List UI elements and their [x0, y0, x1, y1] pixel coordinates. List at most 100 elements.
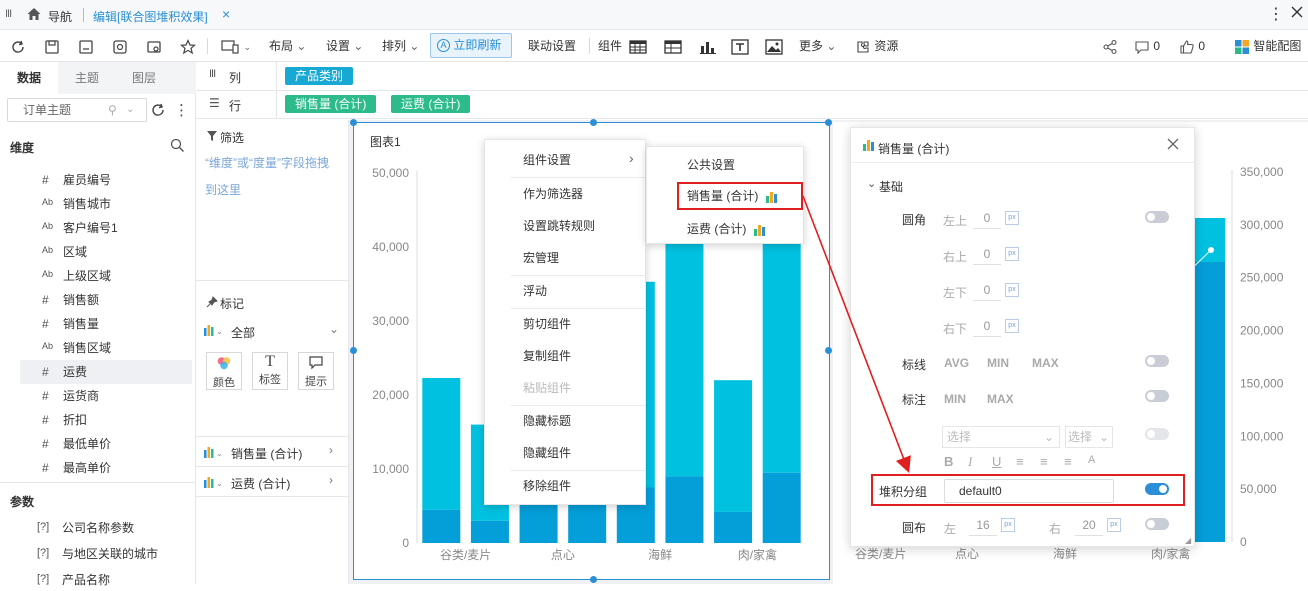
bold-button[interactable]: B [944, 454, 953, 469]
search-icon[interactable]: ⚲ [108, 99, 117, 121]
tab-layers[interactable]: 图层 [116, 62, 172, 94]
marker-avg[interactable]: AVG [944, 356, 969, 370]
editor-tab[interactable]: 编辑[联合图堆积效果] [93, 8, 208, 25]
submenu-sales[interactable]: 销售量 (合计) [647, 181, 803, 211]
share-icon[interactable] [1102, 30, 1118, 62]
resize-handle[interactable] [825, 347, 832, 354]
home-icon[interactable] [26, 6, 42, 22]
font-color-icon[interactable]: A [1088, 454, 1095, 466]
subject-select[interactable]: 订单主题 ⚲ ⌄ [7, 98, 147, 122]
field-item[interactable]: 上级区域 [63, 265, 111, 287]
resize-handle[interactable] [350, 347, 357, 354]
layout-right-input[interactable]: 20 [1075, 514, 1103, 536]
bar-segment[interactable] [714, 511, 753, 543]
param-item[interactable]: 产品名称 [62, 569, 110, 591]
chevron-down-icon[interactable]: ⌄ [329, 322, 339, 336]
text-box-icon[interactable] [731, 30, 749, 62]
context-menu-item[interactable]: 设置跳转规则 [485, 210, 645, 242]
size-select[interactable]: 选择 ⌄ [1065, 426, 1113, 448]
corner-toggle[interactable] [1145, 211, 1169, 223]
annotation-max[interactable]: MAX [987, 392, 1014, 406]
layout-menu[interactable]: 布局 ⌄ [269, 30, 306, 62]
italic-button[interactable]: I [968, 454, 972, 470]
stack-group-input[interactable]: default0 [944, 479, 1114, 503]
row-pill-sales[interactable]: 销售量 (合计) [285, 95, 377, 113]
preview-icon[interactable] [112, 30, 128, 62]
more-menu[interactable]: 更多 ⌄ [799, 30, 836, 62]
field-item[interactable]: 销售量 [63, 313, 99, 335]
bar-segment[interactable] [714, 380, 753, 512]
publish-icon[interactable] [146, 30, 162, 62]
align-right-icon[interactable]: ≡ [1064, 454, 1072, 469]
mark-color-button[interactable]: 颜色 [206, 352, 242, 390]
context-menu-item[interactable]: 组件设置 [485, 144, 645, 176]
context-menu-item[interactable]: 作为筛选器 [485, 178, 645, 210]
tab-theme[interactable]: 主题 [58, 62, 116, 94]
marker-max[interactable]: MAX [1032, 356, 1059, 370]
field-item[interactable]: 销售城市 [63, 193, 111, 215]
refresh-icon[interactable] [150, 102, 166, 121]
measure-sales[interactable]: 销售量 (合计) [231, 445, 302, 462]
stack-group-toggle[interactable] [1145, 483, 1169, 495]
bar-segment[interactable] [422, 509, 461, 543]
annotation-toggle[interactable] [1145, 390, 1169, 402]
table-icon[interactable] [629, 30, 647, 62]
close-icon[interactable] [1167, 138, 1179, 153]
context-menu-item[interactable]: 隐藏标题 [485, 405, 645, 437]
context-menu-item[interactable]: 移除组件 [485, 470, 645, 502]
font-select[interactable]: 选择 ⌄ [942, 426, 1060, 448]
context-menu-item[interactable]: 复制组件 [485, 340, 645, 372]
bar-chart-icon[interactable] [699, 30, 717, 62]
nav-tab[interactable]: 导航 [48, 8, 72, 25]
field-item[interactable]: 客户编号1 [63, 217, 118, 239]
param-item[interactable]: 公司名称参数 [62, 517, 134, 539]
marker-line-toggle[interactable] [1145, 355, 1169, 367]
measure-chart-icon[interactable]: ⌄ [204, 446, 224, 461]
corner-radius-input[interactable]: 0 [973, 243, 1001, 265]
submenu-public-settings[interactable]: 公共设置 [647, 149, 803, 181]
refresh-now-button[interactable]: A 立即刷新 [430, 33, 512, 58]
submenu-freight[interactable]: 运费 (合计) [647, 213, 803, 245]
smart-chart-button[interactable]: 智能配图 [1234, 30, 1301, 62]
tab-data[interactable]: 数据 [0, 62, 58, 94]
context-menu-item[interactable]: 宏管理 [485, 242, 645, 274]
underline-button[interactable]: U [992, 454, 1001, 469]
resize-handle[interactable] [590, 576, 597, 583]
mark-label-button[interactable]: T 标签 [252, 352, 288, 390]
annotation-min[interactable]: MIN [944, 392, 966, 406]
field-item[interactable]: 运货商 [63, 385, 99, 407]
field-item[interactable]: 折扣 [63, 409, 87, 431]
resize-handle[interactable] [590, 119, 597, 126]
align-center-icon[interactable]: ≡ [1040, 454, 1048, 469]
app-menu-icon[interactable]: III [5, 8, 12, 20]
likes-button[interactable]: 0 [1179, 30, 1205, 62]
mark-tooltip-button[interactable]: 提示 [298, 352, 334, 390]
more-vertical-icon[interactable]: ⋮ [1268, 4, 1284, 24]
corner-radius-input[interactable]: 0 [973, 207, 1001, 229]
reload-icon[interactable] [10, 30, 26, 62]
measure-chart-icon[interactable]: ⌄ [204, 476, 224, 491]
resources-button[interactable]: 资源 [855, 30, 898, 62]
bar-segment[interactable] [422, 377, 461, 510]
image-icon[interactable] [765, 30, 783, 62]
bar-segment[interactable] [762, 472, 801, 543]
field-item[interactable]: 销售区域 [63, 337, 111, 359]
chevron-right-icon[interactable]: › [329, 443, 333, 457]
favorite-star-icon[interactable] [179, 30, 197, 62]
crosstab-icon[interactable] [664, 30, 682, 62]
arrange-menu[interactable]: 排列 ⌄ [382, 30, 419, 62]
param-item[interactable]: 与地区关联的城市 [62, 543, 158, 565]
resize-grip-icon[interactable]: ◢ [1185, 536, 1191, 545]
link-settings-button[interactable]: 联动设置 [528, 30, 576, 62]
field-search-icon[interactable] [170, 138, 185, 156]
layout-left-input[interactable]: 16 [969, 514, 997, 536]
field-item[interactable]: 区域 [63, 241, 87, 263]
resize-handle[interactable] [350, 119, 357, 126]
settings-menu[interactable]: 设置 ⌄ [326, 30, 363, 62]
context-menu-item[interactable]: 隐藏组件 [485, 437, 645, 469]
context-menu-item[interactable]: 剪切组件 [485, 308, 645, 340]
close-tab-icon[interactable]: × [222, 6, 230, 22]
bar-segment[interactable] [470, 520, 509, 543]
marker-min[interactable]: MIN [987, 356, 1009, 370]
mark-type-icon[interactable]: ⌄ [204, 324, 224, 339]
